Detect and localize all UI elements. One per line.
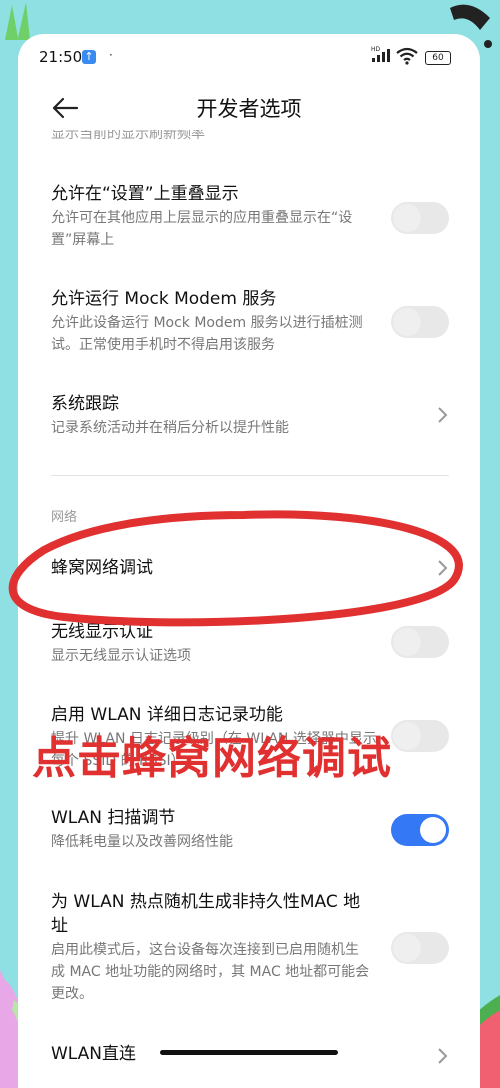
item-subtitle: 启用此模式后，这台设备每次连接到已启用随机生成 MAC 地址功能的网络时，其 M… — [51, 942, 370, 1002]
notification-dot: · — [109, 48, 113, 62]
list-item-mock-modem[interactable]: 允许运行 Mock Modem 服务 允许此设备运行 Mock Modem 服务… — [51, 287, 381, 356]
page-title: 开发者选项 — [196, 97, 302, 121]
chevron-right-icon — [438, 1048, 448, 1064]
partial-list-text: 显示当前的显示刷新频率 — [51, 130, 205, 142]
item-title: 允许运行 Mock Modem 服务 — [51, 289, 277, 309]
toggle-random-mac[interactable] — [391, 932, 449, 964]
item-title: 为 WLAN 热点随机生成非持久性MAC 地址 — [51, 892, 361, 936]
annotation-circle — [8, 510, 463, 627]
annotation-text: 点击蜂窝网络调试 — [32, 733, 392, 784]
list-item-overlay-settings[interactable]: 允许在“设置”上重叠显示 允许可在其他应用上层显示的应用重叠显示在“设置”屏幕上 — [51, 182, 381, 251]
toggle-wlan-verbose-logging[interactable] — [391, 720, 449, 752]
status-bar: 21:50 ↑ · HD 60 — [18, 34, 480, 84]
item-title: 系统跟踪 — [51, 394, 119, 414]
home-indicator[interactable] — [160, 1050, 338, 1055]
item-subtitle: 允许此设备运行 Mock Modem 服务以进行插桩测试。正常使用手机时不得启用… — [51, 315, 363, 353]
item-subtitle: 允许可在其他应用上层显示的应用重叠显示在“设置”屏幕上 — [51, 210, 353, 248]
svg-text:HD: HD — [371, 46, 381, 53]
item-title: WLAN 扫描调节 — [51, 808, 176, 828]
item-subtitle: 降低耗电量以及改善网络性能 — [51, 834, 233, 850]
battery-icon: 60 — [425, 51, 451, 65]
item-title: 允许在“设置”上重叠显示 — [51, 184, 239, 204]
chevron-right-icon — [438, 407, 448, 423]
item-subtitle: 记录系统活动并在稍后分析以提升性能 — [51, 420, 289, 436]
list-item-wlan-scan-throttling[interactable]: WLAN 扫描调节 降低耗电量以及改善网络性能 — [51, 806, 381, 853]
list-item-system-tracing[interactable]: 系统跟踪 记录系统活动并在稍后分析以提升性能 — [51, 392, 381, 439]
toggle-overlay-settings[interactable] — [391, 202, 449, 234]
cellular-signal-icon: HD — [371, 46, 390, 62]
toggle-mock-modem[interactable] — [391, 306, 449, 338]
list-item-random-mac[interactable]: 为 WLAN 热点随机生成非持久性MAC 地址 启用此模式后，这台设备每次连接到… — [51, 890, 371, 1005]
divider — [51, 475, 449, 476]
wifi-icon — [396, 47, 418, 65]
app-header: 开发者选项 — [18, 84, 480, 134]
toggle-wlan-scan-throttling[interactable] — [391, 814, 449, 846]
clock: 21:50 — [39, 48, 83, 66]
item-subtitle: 显示无线显示认证选项 — [51, 648, 191, 664]
upload-icon: ↑ — [82, 50, 96, 64]
